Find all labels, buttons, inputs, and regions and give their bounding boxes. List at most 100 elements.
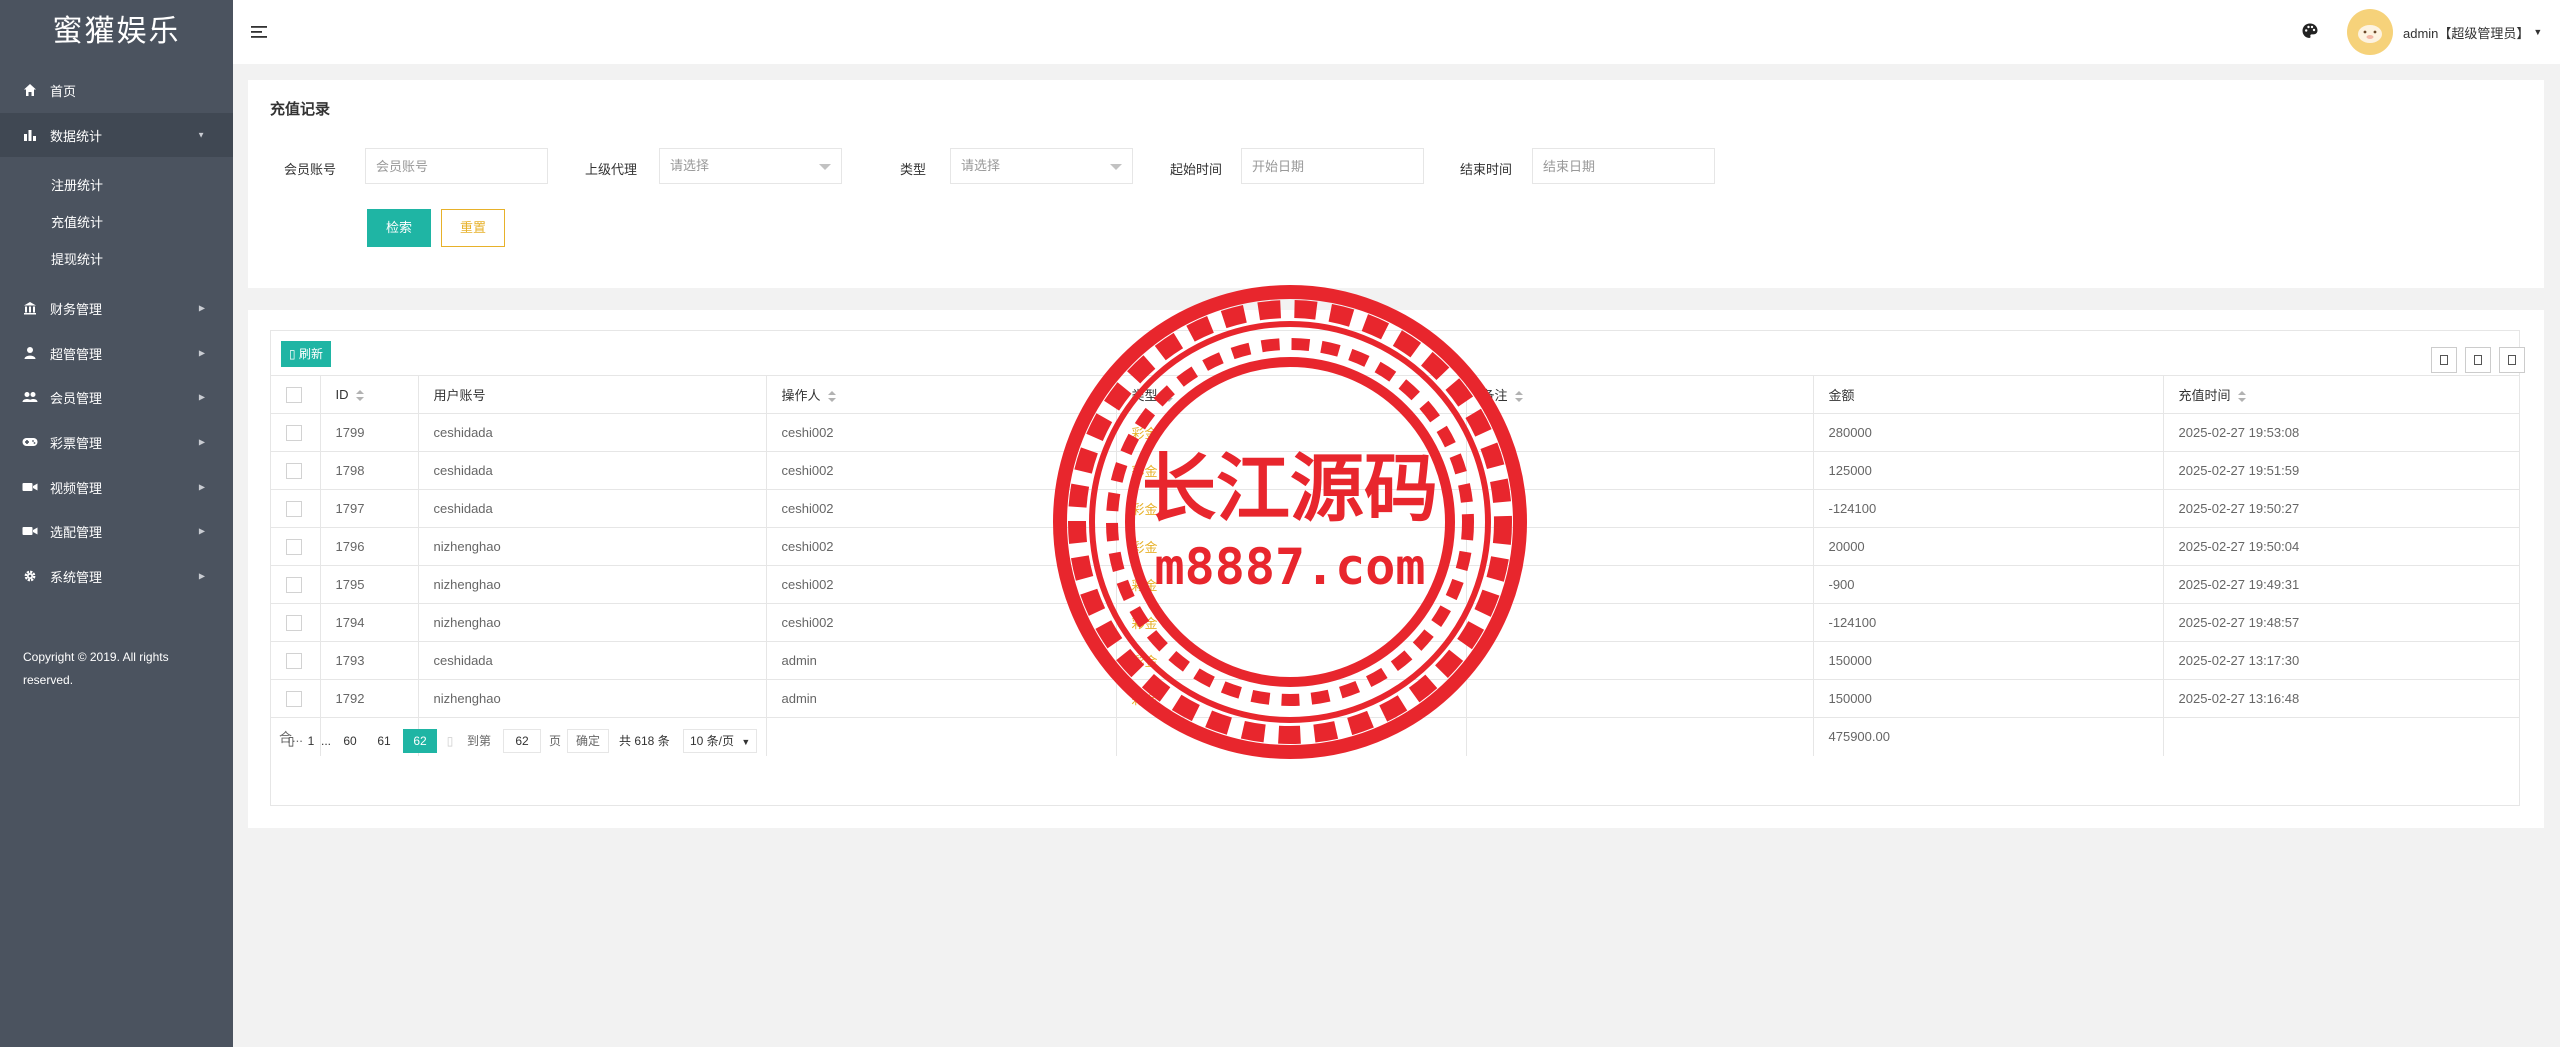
sidebar-item-video[interactable]: 视频管理 ▶ xyxy=(0,465,233,509)
gear-icon xyxy=(22,568,38,584)
row-checkbox[interactable] xyxy=(286,690,302,707)
row-select-cell xyxy=(271,527,321,566)
sidebar-item-data-stats[interactable]: 数据统计 ▼ xyxy=(0,113,233,157)
type-select[interactable]: 请选择 xyxy=(950,148,1133,184)
agent-select[interactable]: 请选择 xyxy=(659,148,842,184)
top-header: admin【超级管理员】 ▼ xyxy=(233,0,2560,64)
row-select-cell xyxy=(271,679,321,718)
row-checkbox[interactable] xyxy=(286,576,302,593)
cell-time: 2025-02-27 19:48:57 xyxy=(2163,603,2519,642)
cell-amount: 20000 xyxy=(1813,527,2164,566)
table-toolbar: ▯ 刷新 xyxy=(271,331,2525,375)
column-header-time[interactable]: 充值时间 xyxy=(2163,375,2519,414)
search-button[interactable]: 检索 xyxy=(367,209,431,247)
page-62-current[interactable]: 62 xyxy=(403,729,437,753)
table-row[interactable]: 1795 nizhenghao ceshi002 彩金 -900 2025-02-27 1… xyxy=(271,565,2519,604)
next-page-icon[interactable]: ▯ xyxy=(441,729,459,753)
cell-amount: -124100 xyxy=(1813,603,2164,642)
reset-button[interactable]: 重置 xyxy=(441,209,505,247)
page-61[interactable]: 61 xyxy=(369,729,399,753)
end-date-input[interactable] xyxy=(1532,148,1715,184)
row-select-cell xyxy=(271,451,321,490)
cell-note xyxy=(1466,413,1814,452)
menu-fold-icon[interactable] xyxy=(249,22,269,42)
row-checkbox[interactable] xyxy=(286,652,302,669)
sort-icon[interactable] xyxy=(1164,390,1174,403)
cell-amount: 280000 xyxy=(1813,413,2164,452)
export-icon[interactable] xyxy=(2465,347,2491,373)
sidebar-item-system[interactable]: 系统管理 ▶ xyxy=(0,554,233,598)
refresh-button[interactable]: ▯ 刷新 xyxy=(281,341,331,367)
user-menu[interactable]: admin【超级管理员】 ▼ xyxy=(2347,9,2542,55)
type-label: 类型 xyxy=(899,162,926,177)
sidebar-subitem-withdraw-stats[interactable]: 提现统计 xyxy=(0,240,233,277)
row-checkbox[interactable] xyxy=(286,538,302,555)
member-account-input[interactable] xyxy=(365,148,548,184)
video-icon xyxy=(22,479,38,495)
column-header-id[interactable]: ID xyxy=(320,375,419,414)
cell-note xyxy=(1466,489,1814,528)
goto-confirm-button[interactable]: 确定 xyxy=(567,729,610,753)
sidebar-item-lottery[interactable]: 彩票管理 ▶ xyxy=(0,420,233,464)
row-checkbox[interactable] xyxy=(286,500,302,517)
table-row[interactable]: 1797 ceshidada ceshi002 彩金 -124100 2025-02-27… xyxy=(271,489,2519,528)
sort-icon[interactable] xyxy=(355,389,365,402)
search-panel: 充值记录 会员账号 上级代理 请选择 类型 请选择 起始时间 结束时间 检索 重… xyxy=(248,80,2544,288)
table-row[interactable]: 1798 ceshidada ceshi002 彩金 125000 2025-02-27 … xyxy=(271,451,2519,490)
start-date-input[interactable] xyxy=(1241,148,1424,184)
agent-label: 上级代理 xyxy=(584,162,637,177)
page-1[interactable]: 1 xyxy=(303,729,319,753)
select-all-checkbox[interactable] xyxy=(286,386,302,403)
cell-id: 1795 xyxy=(320,565,419,604)
caret-down-icon: ▼ xyxy=(2533,27,2543,37)
row-checkbox[interactable] xyxy=(286,614,302,631)
sidebar-item-label: 超管管理 xyxy=(50,346,103,362)
table-row[interactable]: 1794 nizhenghao ceshi002 彩金 -124100 2025-02-2… xyxy=(271,603,2519,642)
column-header-label: 金额 xyxy=(1828,388,1855,403)
row-select-cell xyxy=(271,489,321,528)
prev-page-icon[interactable]: ▯ xyxy=(281,729,301,753)
sort-icon[interactable] xyxy=(1514,390,1524,403)
video-icon xyxy=(22,523,38,539)
print-icon[interactable] xyxy=(2499,347,2525,373)
page-size-select[interactable]: 10 条/页 ▼ xyxy=(683,729,758,753)
cell-time: 2025-02-27 19:49:31 xyxy=(2163,565,2519,604)
cell-type: 彩金 xyxy=(1116,565,1467,604)
table-row[interactable]: 1793 ceshidada admin 彩金 150000 2025-02-27 13:… xyxy=(271,641,2519,680)
sidebar-item-members[interactable]: 会员管理 ▶ xyxy=(0,375,233,419)
app-logo: 蜜獾娱乐 xyxy=(52,14,181,49)
column-header-note[interactable]: 备注 xyxy=(1466,375,1814,414)
cell-account: ceshidada xyxy=(418,641,767,680)
column-header-type[interactable]: 类型 xyxy=(1116,375,1467,414)
table-row[interactable]: 1792 nizhenghao admin 彩金 150000 2025-02-27 13… xyxy=(271,679,2519,718)
chevron-right-icon: ▶ xyxy=(198,482,205,492)
row-checkbox[interactable] xyxy=(286,462,302,479)
column-header-label: 用户账号 xyxy=(433,388,486,403)
sidebar-item-super-admin[interactable]: 超管管理 ▶ xyxy=(0,331,233,375)
chevron-down-icon: ▼ xyxy=(741,737,751,747)
filter-columns-icon[interactable] xyxy=(2431,347,2457,373)
cell-operator: ceshi002 xyxy=(766,603,1117,642)
chevron-right-icon: ▶ xyxy=(198,571,205,581)
table-row[interactable]: 1799 ceshidada ceshi002 彩金 280000 2025-02-27 … xyxy=(271,413,2519,452)
column-header-operator[interactable]: 操作人 xyxy=(766,375,1117,414)
sort-icon[interactable] xyxy=(827,390,837,403)
palette-icon[interactable] xyxy=(2301,22,2321,42)
sidebar-item-config[interactable]: 选配管理 ▶ xyxy=(0,509,233,553)
bank-icon xyxy=(22,300,38,316)
goto-label: 到第 xyxy=(467,734,492,748)
goto-page-input[interactable]: 62 xyxy=(503,729,541,753)
sidebar-item-finance[interactable]: 财务管理 ▶ xyxy=(0,286,233,330)
table-row[interactable]: 1796 nizhenghao ceshi002 彩金 20000 2025-02-27 … xyxy=(271,527,2519,566)
cell-time: 2025-02-27 19:53:08 xyxy=(2163,413,2519,452)
sort-icon[interactable] xyxy=(2237,390,2247,403)
page-60[interactable]: 60 xyxy=(335,729,365,753)
sidebar-subitem-recharge-stats[interactable]: 充值统计 xyxy=(0,203,233,240)
sidebar-item-home[interactable]: 首页 xyxy=(0,68,233,112)
row-checkbox[interactable] xyxy=(286,424,302,441)
cell-id: 1793 xyxy=(320,641,419,680)
cell-time: 2025-02-27 19:50:04 xyxy=(2163,527,2519,566)
user-icon xyxy=(22,345,38,361)
sidebar-subitem-register-stats[interactable]: 注册统计 xyxy=(0,166,233,203)
cell-account: nizhenghao xyxy=(418,565,767,604)
